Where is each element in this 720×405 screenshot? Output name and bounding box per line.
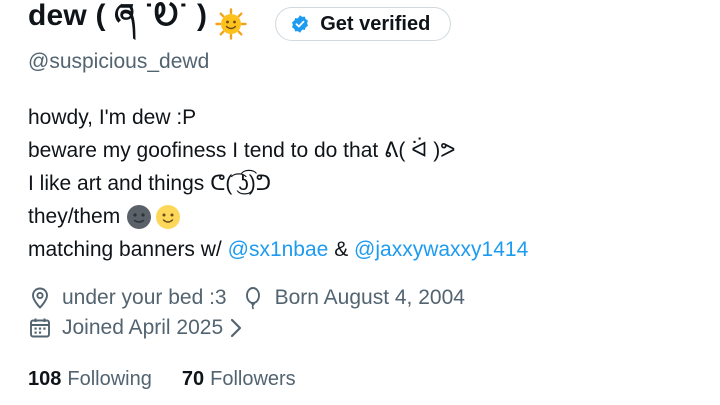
profile-meta-row: under your bed :3 Born August 4, 2004 [28,286,479,310]
followers-label: Followers [210,368,296,390]
profile-handle: @suspicious_dewd [28,50,210,73]
profile-header: dew ( ཞ ˙Ꭷ˙ ) Get verified [28,0,452,44]
get-verified-label: Get verified [320,12,431,35]
bio-line: howdy, I'm dew :P [28,106,197,129]
chevron-right-icon [231,318,242,338]
following-link[interactable]: 108 Following [28,368,152,391]
joined-item[interactable]: Joined April 2025 [28,316,253,340]
banners-text: matching banners w/ [28,238,222,261]
location-pin-icon [32,287,48,309]
followers-link[interactable]: 70 Followers [182,368,296,391]
profile-bio: howdy, I'm dew :P beware my goofiness I … [28,101,528,266]
bio-line-pronouns: they/them [28,200,528,233]
followers-count: 70 [181,368,205,390]
bio-line-banners: matching banners w/ @sx1nbae & @jaxxywax… [28,233,528,266]
calendar-icon [30,318,50,338]
following-count: 108 [28,368,62,390]
birthday-item: Born August 4, 2004 [241,286,465,310]
ampersand: & [334,238,349,261]
balloon-icon [245,287,260,310]
location-text: under your bed :3 [62,286,227,309]
bio-line: beware my goofiness I tend to do that ᕕ(… [28,139,456,162]
verified-badge-icon [292,15,309,33]
following-label: Following [67,368,152,390]
sun-emoji-icon [215,8,247,40]
bio-line: I like art and things ᕦ(͡ ͜ʖ͡)ᕤ [28,172,272,195]
profile-meta-row: Joined April 2025 [28,316,267,340]
birthday-text: Born August 4, 2004 [274,286,465,309]
new-moon-face-icon [126,204,152,230]
location-item: under your bed :3 [28,286,227,310]
joined-text: Joined April 2025 [62,316,224,339]
mention-link-jaxxywaxxy1414[interactable]: @jaxxywaxxy1414 [354,233,528,266]
get-verified-button[interactable]: Get verified [275,7,452,41]
mention-link-sx1nbae[interactable]: @sx1nbae [228,233,329,266]
smiling-face-icon [155,204,181,230]
follow-counts: 108 Following 70 Followers [28,368,326,391]
pronouns-text: they/them [28,205,121,228]
